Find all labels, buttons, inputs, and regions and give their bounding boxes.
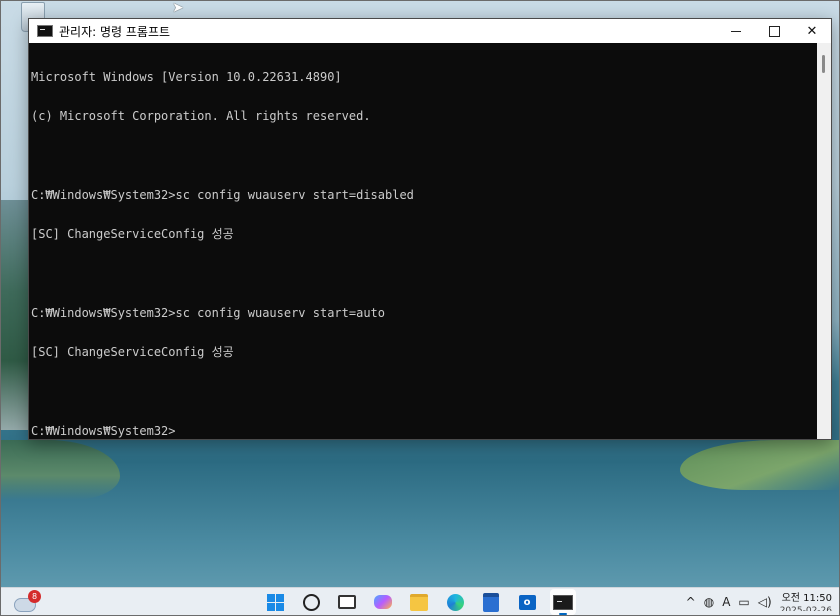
console-line: [SC] ChangeServiceConfig 성공 [31, 345, 234, 360]
notification-badge: 8 [28, 590, 41, 603]
edge-icon [446, 593, 464, 611]
close-button[interactable]: ✕ [793, 19, 831, 43]
mouse-cursor-icon: ➤ [172, 0, 184, 16]
copilot-button[interactable] [370, 589, 396, 615]
window-title: 관리자: 명령 프롬프트 [59, 24, 171, 39]
file-explorer-button[interactable] [406, 589, 432, 615]
cmd-app-icon [37, 25, 53, 37]
outlook-button[interactable]: o [514, 589, 540, 615]
console-line: (c) Microsoft Corporation. All rights re… [31, 109, 371, 124]
minimize-button[interactable] [717, 19, 755, 43]
window-titlebar[interactable]: 관리자: 명령 프롬프트 ✕ [29, 19, 831, 43]
scrollbar-thumb[interactable] [822, 55, 825, 73]
outlook-icon: o [518, 594, 536, 610]
ime-indicator[interactable]: A [722, 595, 730, 609]
task-view-button[interactable] [334, 589, 360, 615]
search-button[interactable] [298, 589, 324, 615]
console-line: C:₩Windows₩System32>sc config wuauserv s… [31, 305, 386, 320]
terminal-icon [553, 594, 573, 610]
chevron-up-icon[interactable]: ^ [686, 595, 696, 609]
clock-time: 오전 11:50 [781, 593, 832, 604]
system-tray: ^ ◍ A ▭ ◁) 오전 11:50 2025-02-26 [686, 588, 832, 616]
command-prompt-window[interactable]: 관리자: 명령 프롬프트 ✕ Microsoft Windows [Versio… [28, 18, 832, 440]
taskbar: 8 o ^ ◍ A ▭ ◁) 오전 11:50 2025-02-26 [0, 587, 840, 616]
taskbar-apps: o [262, 588, 576, 616]
console-prompt-line[interactable]: C:₩Windows₩System32> [31, 424, 817, 438]
display-icon[interactable]: ▭ [738, 595, 749, 609]
desktop: ➤ 관리자: 명령 프롬프트 ✕ Microsoft Windows [Vers… [0, 0, 840, 616]
folder-icon [410, 593, 428, 611]
weather-widget[interactable]: 8 [14, 590, 41, 612]
vertical-scrollbar[interactable] [817, 43, 831, 439]
clock-date: 2025-02-26 [779, 606, 832, 611]
console-output[interactable]: Microsoft Windows [Version 10.0.22631.48… [29, 43, 817, 439]
console-line: Microsoft Windows [Version 10.0.22631.48… [31, 70, 342, 85]
maximize-button[interactable] [755, 19, 793, 43]
console-line: [SC] ChangeServiceConfig 성공 [31, 227, 234, 242]
copilot-icon [374, 595, 392, 609]
edge-button[interactable] [442, 589, 468, 615]
start-button[interactable] [262, 589, 288, 615]
store-icon [483, 592, 499, 612]
search-icon [302, 593, 320, 611]
terminal-button[interactable] [550, 589, 576, 615]
network-icon[interactable]: ◍ [704, 595, 714, 609]
console-line: C:₩Windows₩System32>sc config wuauserv s… [31, 188, 414, 203]
wallpaper-shore-left [0, 440, 120, 500]
task-view-icon [338, 595, 356, 609]
windows-logo-icon [266, 593, 284, 611]
clock[interactable]: 오전 11:50 2025-02-26 [780, 593, 832, 611]
store-button[interactable] [478, 589, 504, 615]
volume-icon[interactable]: ◁) [758, 595, 772, 609]
wallpaper-shore-right [680, 440, 840, 490]
